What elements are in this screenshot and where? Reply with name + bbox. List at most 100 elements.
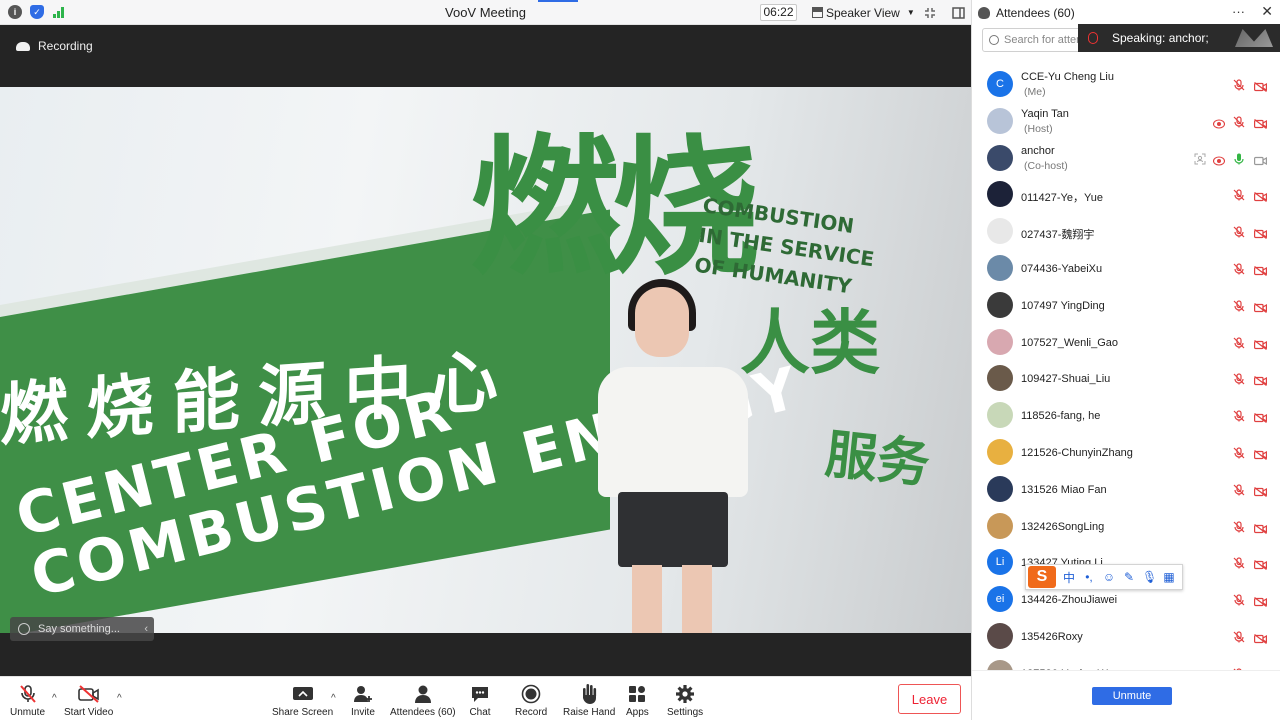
unmute-all-button[interactable]: Unmute (1092, 687, 1172, 705)
mic-muted-icon[interactable] (1233, 336, 1245, 349)
mic-muted-icon[interactable] (1233, 520, 1245, 533)
camera-off-icon[interactable] (1254, 631, 1267, 644)
camera-off-icon[interactable] (1254, 484, 1267, 497)
ime-skin-icon[interactable]: ✎ (1122, 570, 1136, 584)
mic-muted-icon[interactable] (1233, 409, 1245, 422)
more-options-icon[interactable]: ··· (1232, 4, 1245, 19)
fullscreen-icon[interactable] (921, 4, 939, 21)
attendee-row[interactable]: 118526-fang, he (972, 397, 1280, 434)
mic-on-icon[interactable] (1233, 152, 1245, 165)
speaker-video[interactable]: 燃烧 COMBUSTION IN THE SERVICE OF HUMANITY… (0, 87, 971, 633)
ime-toolbar[interactable]: S 中 •, ☺ ✎ 🎙 ▦ (1025, 564, 1183, 590)
presenter-leg (632, 565, 662, 633)
attendee-row[interactable]: 121526-ChunyinZhang (972, 434, 1280, 471)
attendee-name: 011427-Ye，Yue (1021, 192, 1103, 205)
attendee-row[interactable]: 137526-Yuxing Wu (972, 655, 1280, 670)
attendee-name: 134426-ZhouJiawei (1021, 594, 1118, 607)
attendees-header-icon (978, 6, 990, 19)
ime-toolbox-icon[interactable]: ▦ (1162, 570, 1176, 584)
raise-hand-button[interactable]: Raise Hand (563, 683, 615, 718)
attendee-role: (Co-host) (1024, 159, 1068, 172)
attendees-button[interactable]: Attendees (60) (390, 683, 456, 718)
voov-meeting-window: i ✓ VooV Meeting 06:22 Speaker View ▼ Re… (0, 0, 1280, 720)
camera-off-icon[interactable] (1254, 116, 1267, 129)
mic-muted-icon[interactable] (1233, 483, 1245, 496)
share-options-caret[interactable]: ^ (331, 693, 336, 704)
camera-off-icon[interactable] (1254, 447, 1267, 460)
attendee-row[interactable]: 011427-Ye，Yue (972, 176, 1280, 213)
ime-chinese-mode-icon[interactable]: 中 (1062, 569, 1076, 586)
chat-button[interactable]: Chat (469, 683, 491, 718)
signage-renlei: 人类 (740, 304, 880, 382)
record-button[interactable]: Record (515, 683, 547, 718)
ime-voice-icon[interactable]: 🎙 (1142, 570, 1157, 584)
mic-muted-icon[interactable] (1233, 593, 1245, 606)
attendee-row[interactable]: 074436-YabeiXu (972, 250, 1280, 287)
sidebar-toggle-icon[interactable] (949, 4, 967, 21)
apps-grid-icon (626, 683, 648, 705)
attendee-row[interactable]: C CCE-Yu Cheng Liu (Me) (972, 66, 1280, 103)
mic-muted-icon[interactable] (1233, 188, 1245, 201)
speaker-view-dropdown[interactable]: Speaker View ▼ (812, 4, 915, 21)
camera-off-icon[interactable] (1254, 226, 1267, 240)
mic-muted-icon[interactable] (1233, 556, 1245, 569)
camera-off-icon[interactable] (1254, 373, 1267, 387)
emoji-icon[interactable] (18, 623, 30, 635)
avatar: Li (987, 549, 1013, 576)
video-options-caret[interactable]: ^ (117, 693, 122, 704)
ime-punctuation-icon[interactable]: •, (1082, 570, 1096, 584)
settings-button[interactable]: Settings (667, 683, 703, 718)
mic-muted-icon[interactable] (1233, 372, 1245, 385)
attendee-name: 027437-魏翔宇 (1021, 229, 1095, 242)
attendee-row[interactable]: 109427-Shuai_Liu (972, 360, 1280, 397)
attendee-row[interactable]: anchor (Co-host) (972, 140, 1280, 177)
invite-button[interactable]: Invite (351, 683, 375, 718)
attendee-row[interactable]: Yaqin Tan (Host) (972, 103, 1280, 140)
camera-off-icon[interactable] (1254, 521, 1267, 534)
camera-off-icon[interactable] (1254, 594, 1267, 608)
camera-off-icon[interactable] (1254, 263, 1267, 276)
mic-muted-icon[interactable] (1233, 446, 1245, 459)
apps-button[interactable]: Apps (626, 683, 649, 718)
start-video-button[interactable]: Start Video (64, 683, 113, 718)
attendee-row[interactable]: 107497 YingDing (972, 287, 1280, 324)
view-mode-label: Speaker View (826, 5, 900, 20)
camera-off-icon[interactable] (1254, 557, 1267, 571)
avatar (987, 402, 1013, 429)
panel-footer: Unmute (972, 670, 1280, 720)
chat-quick-input[interactable]: Say something... ‹ (10, 617, 154, 641)
attendee-row[interactable]: 131526 Miao Fan (972, 471, 1280, 508)
camera-off-icon[interactable] (1254, 337, 1267, 350)
camera-off-icon[interactable] (1254, 189, 1267, 203)
attendee-row[interactable]: 107527_Wenli_Gao (972, 324, 1280, 361)
mic-muted-icon[interactable] (1233, 78, 1245, 91)
audio-options-caret[interactable]: ^ (52, 693, 57, 704)
ime-emoji-icon[interactable]: ☺ (1102, 570, 1116, 584)
close-icon[interactable]: ✕ (1261, 3, 1273, 20)
unmute-button[interactable]: Unmute (10, 683, 45, 718)
mic-muted-icon[interactable] (1233, 115, 1245, 128)
mic-muted-icon[interactable] (1233, 299, 1245, 312)
leave-button[interactable]: Leave (898, 684, 961, 714)
camera-off-icon[interactable] (1254, 79, 1267, 92)
sogou-logo-icon[interactable]: S (1028, 566, 1056, 588)
mic-muted-icon[interactable] (1233, 262, 1245, 275)
share-screen-label: Share Screen (272, 707, 334, 718)
raise-hand-label: Raise Hand (563, 707, 616, 718)
mic-muted-icon[interactable] (1233, 630, 1245, 643)
attendee-name: CCE-Yu Cheng Liu (1021, 71, 1114, 83)
attendee-row[interactable]: 132426SongLing (972, 508, 1280, 545)
mic-muted-icon[interactable] (1233, 225, 1245, 238)
share-screen-button[interactable]: Share Screen (272, 683, 333, 718)
attendee-row[interactable]: 135426Roxy (972, 618, 1280, 655)
attendees-label: Attendees (60) (390, 707, 456, 718)
avatar (987, 512, 1013, 539)
camera-icon[interactable] (1254, 153, 1267, 165)
avatar: ei (987, 586, 1013, 613)
cloud-icon (16, 41, 30, 51)
camera-off-icon[interactable] (1254, 300, 1267, 313)
chevron-left-icon[interactable]: ‹ (144, 623, 148, 635)
camera-off-icon[interactable] (1254, 410, 1267, 424)
attendee-row[interactable]: 027437-魏翔宇 (972, 213, 1280, 250)
caret-down-icon: ▼ (906, 8, 915, 17)
